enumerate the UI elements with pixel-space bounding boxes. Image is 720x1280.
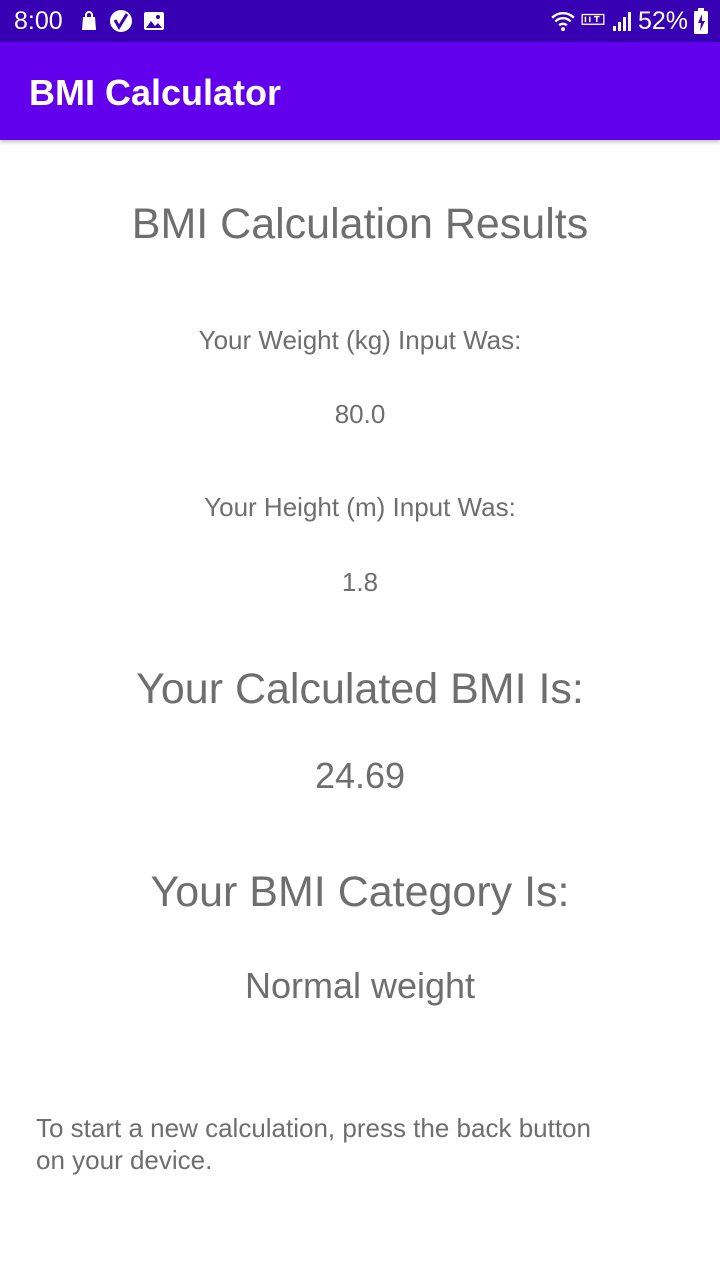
bmi-value: 24.69 (314, 755, 406, 796)
app-bar: BMI Calculator (0, 42, 720, 140)
new-calculation-note: To start a new calculation, press the ba… (36, 1113, 591, 1175)
height-label: Your Height (m) Input Was: (204, 492, 516, 522)
status-right-group: 52% (550, 5, 710, 37)
image-icon (144, 12, 164, 30)
height-value: 1.8 (341, 567, 379, 597)
volte-icon (581, 13, 605, 25)
bmi-category-label: Your BMI Category Is: (150, 868, 570, 916)
battery-icon (694, 8, 708, 34)
status-bar: 8:00 52% (0, 0, 720, 42)
weight-value: 80.0 (334, 399, 386, 429)
bmi-label: Your Calculated BMI Is: (136, 665, 584, 713)
check-circle-icon (110, 10, 132, 32)
bmi-category-value: Normal weight (244, 965, 476, 1006)
app-title: BMI Calculator (29, 72, 282, 113)
battery-percentage: 52% (637, 7, 688, 35)
wifi-icon (551, 12, 575, 32)
results-title: BMI Calculation Results (131, 200, 589, 248)
shopping-bag-icon (82, 11, 96, 30)
results-content: BMI Calculation Results Your Weight (kg)… (0, 140, 720, 1280)
weight-label: Your Weight (kg) Input Was: (198, 325, 522, 355)
signal-icon (612, 12, 631, 31)
status-time: 8:00 (14, 7, 63, 35)
